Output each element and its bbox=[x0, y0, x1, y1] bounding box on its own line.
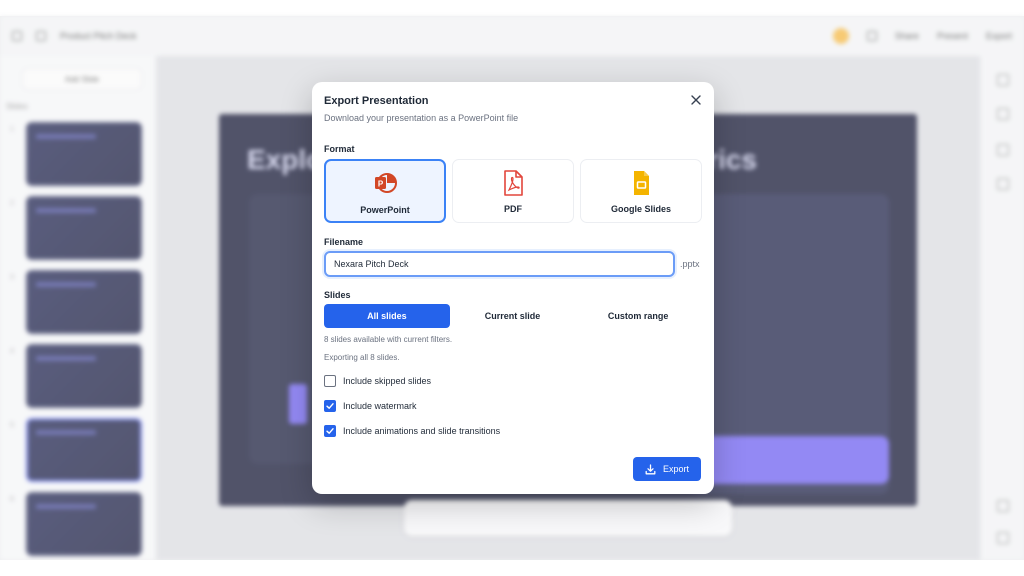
format-option-google-slides[interactable]: Google Slides bbox=[580, 159, 702, 223]
slides-label: Slides bbox=[324, 290, 351, 300]
export-dialog: Export Presentation Download your presen… bbox=[312, 82, 714, 494]
export-label: Export bbox=[662, 464, 689, 474]
checkmark-icon bbox=[326, 428, 334, 434]
bottom-margin bbox=[0, 560, 1024, 576]
file-extension: .pptx bbox=[680, 259, 700, 269]
format-label-powerpoint: PowerPoint bbox=[360, 205, 410, 215]
slides-option-current[interactable]: Current slide bbox=[450, 304, 576, 328]
filename-input[interactable] bbox=[324, 251, 675, 277]
close-icon bbox=[691, 95, 701, 105]
exporting-status-text: Exporting all 8 slides. bbox=[324, 353, 400, 362]
option-include-skipped[interactable]: Include skipped slides bbox=[324, 375, 431, 387]
format-label-google-slides: Google Slides bbox=[610, 204, 671, 214]
close-button[interactable] bbox=[688, 92, 704, 108]
option-include-watermark[interactable]: Include watermark bbox=[324, 400, 417, 412]
checkbox-unchecked[interactable] bbox=[324, 375, 336, 387]
slides-available-text: 8 slides available with current filters. bbox=[324, 335, 453, 344]
option-include-animations[interactable]: Include animations and slide transitions bbox=[324, 425, 500, 437]
format-option-pdf[interactable]: PDF bbox=[452, 159, 574, 223]
format-label-pdf: PDF bbox=[504, 204, 522, 214]
svg-text:P: P bbox=[378, 180, 384, 189]
checkbox-checked[interactable] bbox=[324, 425, 336, 437]
slide-range-selector: All slides Current slide Custom range bbox=[324, 304, 701, 328]
pdf-icon bbox=[504, 170, 523, 196]
option-label: Include watermark bbox=[343, 401, 417, 411]
format-label: Format bbox=[324, 144, 355, 154]
powerpoint-icon: P bbox=[375, 173, 397, 193]
dialog-subtitle: Download your presentation as a PowerPoi… bbox=[324, 113, 519, 123]
download-icon bbox=[645, 463, 656, 474]
checkbox-checked[interactable] bbox=[324, 400, 336, 412]
dialog-title: Export Presentation bbox=[324, 95, 429, 107]
checkmark-icon bbox=[326, 403, 334, 409]
slides-option-custom-range[interactable]: Custom range bbox=[575, 304, 701, 328]
option-label: Include animations and slide transitions bbox=[343, 426, 501, 436]
slides-option-all[interactable]: All slides bbox=[324, 304, 450, 328]
export-button[interactable]: Export bbox=[633, 457, 701, 481]
option-label: Include skipped slides bbox=[343, 376, 432, 386]
filename-label: Filename bbox=[324, 237, 364, 247]
google-slides-icon bbox=[634, 171, 649, 195]
format-option-powerpoint[interactable]: P PowerPoint bbox=[324, 159, 446, 223]
